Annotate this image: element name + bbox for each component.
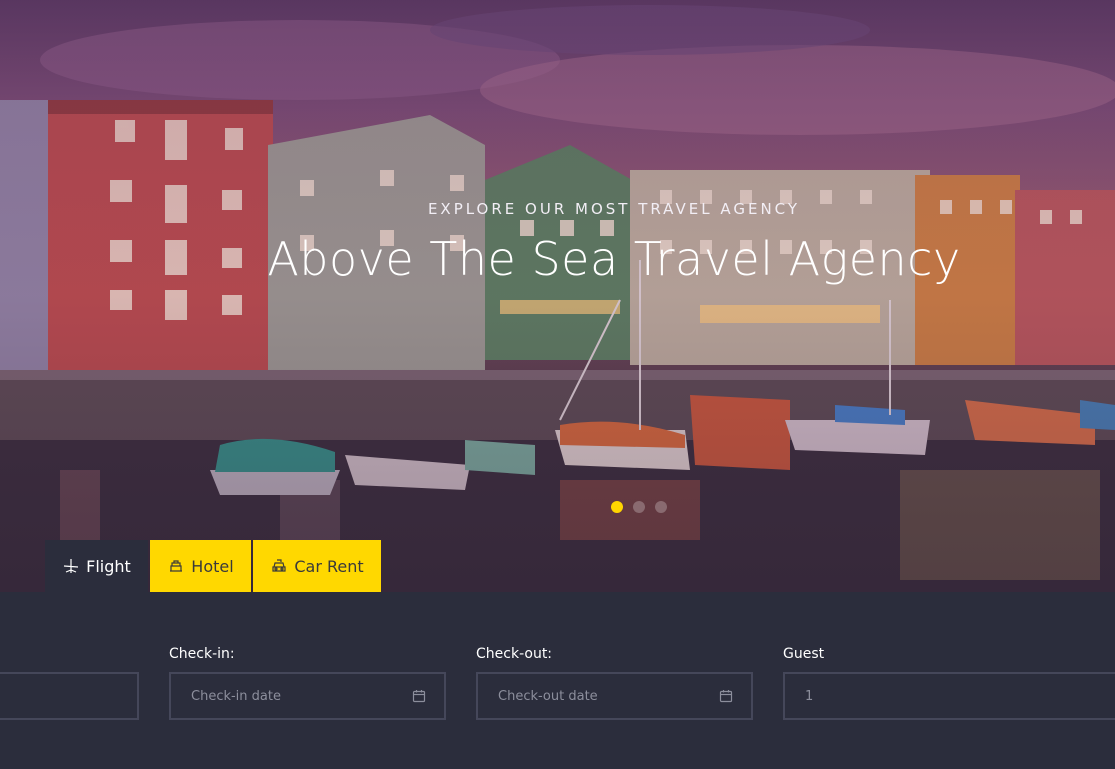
checkin-label: Check-in: xyxy=(169,646,235,662)
checkin-placeholder: Check-in date xyxy=(191,688,281,704)
booking-tabs: Flight Hotel Car Rent xyxy=(45,540,381,592)
tab-car-rent[interactable]: Car Rent xyxy=(253,540,381,592)
tab-flight[interactable]: Flight xyxy=(45,540,148,592)
hero-kicker: EXPLORE OUR MOST TRAVEL AGENCY xyxy=(427,200,801,218)
checkout-placeholder: Check-out date xyxy=(498,688,598,704)
slider-dot-3[interactable] xyxy=(655,501,667,513)
tab-hotel-label: Hotel xyxy=(191,556,234,576)
booking-form: Check-in: Check-in date Check-out: Check… xyxy=(0,592,1115,769)
plane-icon xyxy=(62,557,80,575)
taxi-icon xyxy=(270,557,288,575)
slider-dot-2[interactable] xyxy=(633,501,645,513)
guest-value: 1 xyxy=(805,688,814,704)
guest-field[interactable]: 1 xyxy=(783,672,1115,720)
tab-car-rent-label: Car Rent xyxy=(294,556,364,576)
hotel-icon xyxy=(167,557,185,575)
calendar-icon[interactable] xyxy=(719,689,733,703)
calendar-icon[interactable] xyxy=(412,689,426,703)
hero-banner: EXPLORE OUR MOST TRAVEL AGENCY Above The… xyxy=(0,0,1115,592)
slider-dot-1[interactable] xyxy=(611,501,623,513)
destination-field[interactable] xyxy=(0,672,139,720)
hero-overlay xyxy=(0,0,1115,592)
tab-flight-label: Flight xyxy=(86,556,131,576)
guest-label: Guest xyxy=(783,646,825,662)
tab-hotel[interactable]: Hotel xyxy=(150,540,251,592)
checkout-field[interactable]: Check-out date xyxy=(476,672,753,720)
slider-dots xyxy=(611,501,667,513)
checkout-label: Check-out: xyxy=(476,646,553,662)
checkin-field[interactable]: Check-in date xyxy=(169,672,446,720)
hero-title: Above The Sea Travel Agency xyxy=(267,232,961,286)
